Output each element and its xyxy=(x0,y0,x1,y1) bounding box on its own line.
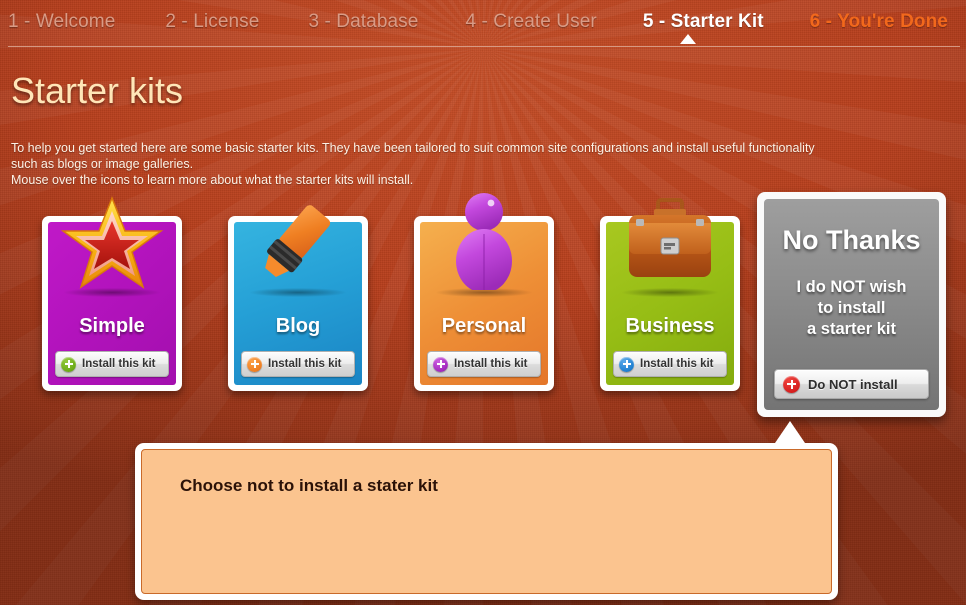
kit-card-blog-title: Blog xyxy=(275,315,321,337)
kit-icon-shadow xyxy=(436,288,532,297)
plus-circle-icon xyxy=(61,356,76,372)
kit-card-simple-title: Simple xyxy=(79,315,145,337)
tooltip-text: Choose not to install a stater kit xyxy=(180,476,438,495)
kit-card-simple[interactable]: Simple Install this kit xyxy=(42,195,182,391)
plus-circle-icon xyxy=(433,356,448,372)
install-button-personal-label: Install this kit xyxy=(454,358,528,370)
tooltip-pointer-icon xyxy=(775,421,805,443)
no-thanks-card[interactable]: No Thanks I do NOT wish to install a sta… xyxy=(757,192,946,417)
do-not-install-button-label: Do NOT install xyxy=(808,376,898,392)
install-button-business-label: Install this kit xyxy=(640,358,714,370)
kit-description-tooltip: Choose not to install a stater kit xyxy=(135,443,838,600)
install-button-blog[interactable]: Install this kit xyxy=(241,351,355,377)
kit-card-business[interactable]: Business Install this kit xyxy=(600,198,740,391)
kit-card-personal[interactable]: Personal Install this kit xyxy=(414,193,554,391)
no-thanks-subtitle-line-3: a starter kit xyxy=(807,320,896,338)
kit-icon-shadow xyxy=(64,288,160,297)
install-button-personal[interactable]: Install this kit xyxy=(427,351,541,377)
no-thanks-title: No Thanks xyxy=(782,225,921,255)
tooltip-inner-panel: Choose not to install a stater kit xyxy=(141,449,832,594)
plus-circle-icon xyxy=(247,356,262,372)
install-button-blog-label: Install this kit xyxy=(268,358,342,370)
do-not-install-button[interactable]: Do NOT install xyxy=(774,369,929,399)
kit-card-blog[interactable]: Blog Install this kit xyxy=(228,205,368,391)
no-thanks-subtitle: I do NOT wish to install a starter kit xyxy=(764,277,939,340)
kit-card-personal-title: Personal xyxy=(441,315,527,337)
install-button-business[interactable]: Install this kit xyxy=(613,351,727,377)
install-button-simple-label: Install this kit xyxy=(82,358,156,370)
plus-circle-icon xyxy=(783,375,800,393)
no-thanks-subtitle-line-1: I do NOT wish xyxy=(796,278,907,296)
no-thanks-card-face: No Thanks I do NOT wish to install a sta… xyxy=(764,199,939,410)
kit-icon-shadow xyxy=(250,288,346,297)
no-thanks-subtitle-line-2: to install xyxy=(817,299,886,317)
plus-circle-icon xyxy=(619,356,634,372)
install-button-simple[interactable]: Install this kit xyxy=(55,351,169,377)
kit-card-business-title: Business xyxy=(625,315,715,337)
kit-icon-shadow xyxy=(622,288,718,297)
